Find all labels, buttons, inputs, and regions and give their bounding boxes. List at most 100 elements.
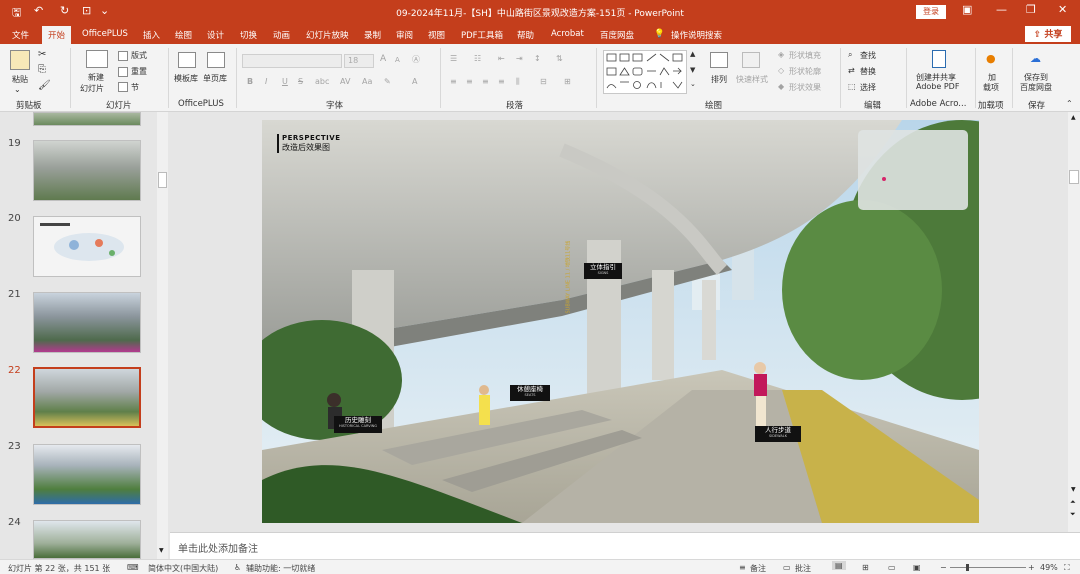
notes-placeholder[interactable]: 单击此处添加备注 bbox=[178, 540, 258, 555]
shape-outline-button[interactable]: 形状轮廓 bbox=[789, 66, 821, 77]
slide-22[interactable]: PERSPECTIVE 改造后效果图 SUBWAY LINE 11 / 地铁11… bbox=[262, 120, 979, 523]
tab-transitions[interactable]: 切换 bbox=[240, 29, 257, 41]
tab-pdf-toolbox[interactable]: PDF工具箱 bbox=[461, 29, 503, 41]
columns-icon[interactable]: ⫼ bbox=[516, 77, 520, 87]
redo-icon[interactable]: ↻ bbox=[60, 4, 69, 17]
notes-toggle-button[interactable]: 备注 bbox=[750, 563, 766, 574]
shape-effect-button[interactable]: 形状效果 bbox=[789, 82, 821, 93]
reading-view-icon[interactable]: ▭ bbox=[888, 563, 896, 572]
zoom-slider-thumb[interactable] bbox=[966, 564, 969, 571]
bullets-icon[interactable]: ☰ bbox=[450, 54, 457, 63]
numbering-icon[interactable]: ☷ bbox=[474, 54, 481, 63]
smartart-icon[interactable]: ⊞ bbox=[564, 77, 571, 86]
shapes-gallery[interactable] bbox=[603, 50, 687, 94]
new-slide-icon[interactable] bbox=[86, 50, 108, 68]
baidu-netdisk-icon[interactable]: ☁ bbox=[1030, 52, 1041, 65]
align-center-icon[interactable]: ≡ bbox=[466, 77, 473, 86]
cut-icon[interactable]: ✂ bbox=[38, 49, 46, 60]
collapse-ribbon-icon[interactable]: ⌃ bbox=[1066, 99, 1073, 108]
clear-format-icon[interactable]: Ⓐ bbox=[412, 54, 420, 65]
decrease-font-icon[interactable]: A bbox=[395, 56, 400, 64]
font-size-combobox[interactable]: 18 bbox=[344, 54, 374, 68]
section-button[interactable]: 节 bbox=[131, 82, 139, 93]
increase-indent-icon[interactable]: ⇥ bbox=[516, 54, 523, 63]
tab-record[interactable]: 录制 bbox=[364, 29, 381, 41]
tab-slideshow[interactable]: 幻灯片放映 bbox=[306, 29, 349, 41]
spelling-icon[interactable]: ⌨ bbox=[127, 563, 139, 572]
shadow-text-icon[interactable]: abc bbox=[315, 77, 329, 86]
line-spacing-icon[interactable]: ↕ bbox=[534, 54, 541, 63]
login-button[interactable]: 登录 bbox=[916, 5, 946, 19]
tab-baidu-netdisk[interactable]: 百度网盘 bbox=[600, 29, 634, 41]
tab-design[interactable]: 设计 bbox=[207, 29, 224, 41]
notes-pane[interactable]: 单击此处添加备注 bbox=[170, 532, 1080, 559]
paste-dropdown-icon[interactable]: ⌄ bbox=[14, 85, 21, 94]
template-library-button[interactable]: 模板库 bbox=[174, 73, 198, 84]
layout-button[interactable]: 版式 bbox=[131, 50, 147, 61]
slideshow-icon[interactable]: ▣ bbox=[913, 563, 921, 572]
tab-animations[interactable]: 动画 bbox=[273, 29, 290, 41]
tab-home[interactable]: 开始 bbox=[42, 26, 72, 44]
replace-button[interactable]: 替换 bbox=[860, 66, 876, 77]
tab-draw[interactable]: 绘图 bbox=[175, 29, 192, 41]
slide-scrollbar[interactable]: ▲ ▼ ⏶ ⏷ bbox=[1068, 112, 1080, 532]
addins-icon[interactable]: ● bbox=[986, 52, 996, 65]
scroll-down-icon[interactable]: ▼ bbox=[159, 547, 164, 554]
restore-icon[interactable]: ❐ bbox=[1026, 3, 1036, 16]
select-button[interactable]: 选择 bbox=[860, 82, 876, 93]
zoom-level[interactable]: 49% bbox=[1040, 563, 1058, 572]
next-slide-icon[interactable]: ⏷ bbox=[1070, 510, 1076, 519]
format-painter-brush-icon[interactable]: 🖌 bbox=[38, 80, 51, 91]
thumbnail-slide-24[interactable] bbox=[33, 520, 141, 559]
thumbnail-slide-20[interactable] bbox=[33, 216, 141, 277]
highlight-icon[interactable]: ✎ bbox=[384, 77, 391, 86]
tab-help[interactable]: 帮助 bbox=[517, 29, 534, 41]
thumbnail-scrollbar[interactable]: ▼ bbox=[157, 112, 168, 559]
thumbnail-slide-23[interactable] bbox=[33, 444, 141, 505]
adobe-pdf-icon[interactable] bbox=[932, 50, 946, 68]
format-painter-icon[interactable]: ⊡ bbox=[82, 4, 91, 17]
share-button[interactable]: ⇪ 共享 bbox=[1025, 26, 1071, 42]
undo-icon[interactable]: ↶ bbox=[34, 4, 43, 17]
single-page-library-icon[interactable] bbox=[207, 52, 225, 68]
font-name-combobox[interactable] bbox=[242, 54, 342, 68]
underline-button[interactable]: U bbox=[282, 77, 288, 86]
align-text-icon[interactable]: ⊟ bbox=[540, 77, 547, 86]
bold-button[interactable]: B bbox=[247, 77, 253, 86]
font-color-icon[interactable]: A bbox=[412, 77, 417, 86]
shapes-scroll-up-icon[interactable]: ▲ bbox=[690, 50, 695, 58]
tab-officeplus[interactable]: OfficePLUS bbox=[82, 29, 128, 39]
zoom-out-icon[interactable]: − bbox=[940, 563, 947, 572]
minimize-icon[interactable]: — bbox=[996, 3, 1007, 16]
slide-scrollbar-thumb[interactable] bbox=[1069, 170, 1079, 184]
scroll-up-icon[interactable]: ▲ bbox=[1071, 114, 1076, 121]
thumbnail-slide-19[interactable] bbox=[33, 140, 141, 201]
shapes-scroll-down-icon[interactable]: ▼ bbox=[690, 66, 695, 74]
thumbnail-slide-22-selected[interactable] bbox=[33, 367, 141, 428]
normal-view-icon[interactable]: ▤ bbox=[832, 561, 846, 570]
zoom-slider[interactable] bbox=[950, 567, 1026, 568]
tab-insert[interactable]: 插入 bbox=[143, 29, 160, 41]
slide-sorter-icon[interactable]: ⊞ bbox=[862, 563, 869, 572]
new-slide-button[interactable]: 新建 bbox=[88, 72, 104, 83]
copy-icon[interactable]: ⎘ bbox=[38, 64, 46, 75]
accessibility-status[interactable]: 辅助功能: 一切就绪 bbox=[246, 563, 315, 574]
arrange-icon[interactable] bbox=[710, 52, 728, 68]
language-indicator[interactable]: 简体中文(中国大陆) bbox=[148, 563, 218, 574]
change-case-icon[interactable]: Aa bbox=[362, 77, 372, 86]
tab-acrobat[interactable]: Acrobat bbox=[551, 29, 584, 39]
tab-view[interactable]: 视图 bbox=[428, 29, 445, 41]
thumbnail-scrollbar-thumb[interactable] bbox=[158, 172, 167, 188]
reset-button[interactable]: 重置 bbox=[131, 66, 147, 77]
zoom-in-icon[interactable]: + bbox=[1028, 563, 1035, 572]
tab-review[interactable]: 审阅 bbox=[396, 29, 413, 41]
text-direction-icon[interactable]: ⇅ bbox=[556, 54, 563, 63]
justify-icon[interactable]: ≡ bbox=[498, 77, 505, 86]
align-right-icon[interactable]: ≡ bbox=[482, 77, 489, 86]
align-left-icon[interactable]: ≡ bbox=[450, 77, 457, 86]
shape-fill-button[interactable]: 形状填充 bbox=[789, 50, 821, 61]
quick-styles-button[interactable]: 快速样式 bbox=[736, 74, 768, 85]
quick-styles-icon[interactable] bbox=[742, 52, 760, 68]
ribbon-display-icon[interactable]: ▣ bbox=[962, 3, 972, 16]
tell-me-search[interactable]: 操作说明搜索 bbox=[671, 29, 722, 41]
